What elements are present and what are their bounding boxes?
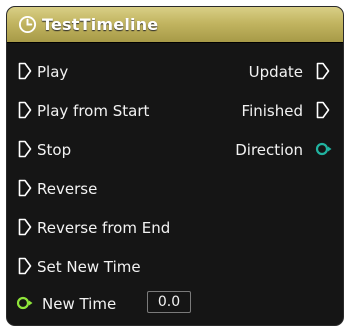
exec-pin-icon[interactable] xyxy=(18,101,32,119)
exec-pin-icon[interactable] xyxy=(316,62,330,80)
clock-icon xyxy=(18,15,37,34)
exec-input-label-play: Play xyxy=(37,63,69,81)
exec-input-label-reverse: Reverse xyxy=(37,180,98,198)
pin-row-play-from-start: Play from Start Finished xyxy=(7,98,343,124)
exec-pin-icon[interactable] xyxy=(18,140,32,158)
data-pin-icon[interactable] xyxy=(315,142,333,156)
output-label-direction: Direction xyxy=(235,141,303,159)
pin-row-set-new-time: Set New Time xyxy=(7,254,343,280)
pin-row-new-time: New Time 0.0 xyxy=(7,291,343,317)
float-pin-icon[interactable] xyxy=(16,296,34,310)
pin-row-stop: Stop Direction xyxy=(7,137,343,163)
exec-pin-icon[interactable] xyxy=(18,62,32,80)
exec-pin-icon[interactable] xyxy=(18,257,32,275)
pin-row-reverse: Reverse xyxy=(7,176,343,202)
exec-input-label-reverse-from-end: Reverse from End xyxy=(37,219,171,237)
output-label-update: Update xyxy=(248,63,303,81)
output-label-finished: Finished xyxy=(241,102,303,120)
exec-pin-icon[interactable] xyxy=(18,218,32,236)
exec-pin-icon[interactable] xyxy=(316,101,330,119)
exec-pin-icon[interactable] xyxy=(18,179,32,197)
new-time-label: New Time xyxy=(42,295,117,313)
node-header[interactable]: TestTimeline xyxy=(7,7,343,43)
pin-row-play: Play Update xyxy=(7,59,343,85)
exec-input-label-set-new-time: Set New Time xyxy=(37,258,141,276)
pin-row-reverse-from-end: Reverse from End xyxy=(7,215,343,241)
exec-input-label-play-from-start: Play from Start xyxy=(37,102,150,120)
exec-input-label-stop: Stop xyxy=(37,141,72,159)
timeline-node[interactable]: TestTimeline Play Update Play from Start… xyxy=(6,6,344,326)
node-title: TestTimeline xyxy=(42,15,159,34)
new-time-input[interactable]: 0.0 xyxy=(147,291,191,313)
